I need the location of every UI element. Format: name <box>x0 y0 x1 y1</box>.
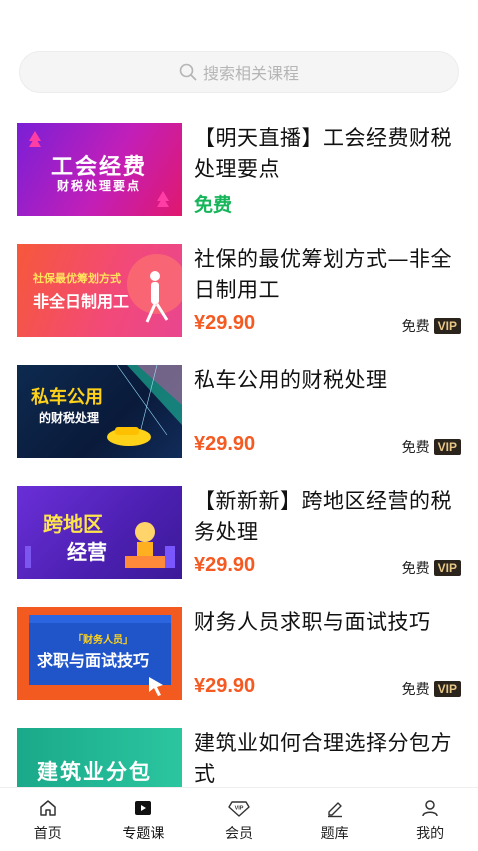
vip-free-label: 免费 <box>401 319 430 335</box>
thumb-title: 建筑业分包 <box>37 760 152 784</box>
course-item[interactable]: 「财务人员」 求职与面试技巧 财务人员求职与面试技巧 ¥29.90 免费 VIP <box>0 607 478 707</box>
course-price: ¥29.90 <box>194 554 256 576</box>
course-price: 免费 <box>194 194 233 216</box>
course-list: 搜索相关课程 工会经费 财税处理要点 【明天直播】工会经费财税处理要点 免费 社… <box>0 0 478 851</box>
thumb-subtitle: 的财税处理 <box>39 411 100 425</box>
vip-free-label: 免费 <box>401 561 430 577</box>
tab-label: 首页 <box>33 826 62 842</box>
tab-question-bank[interactable]: 题库 <box>287 788 383 851</box>
vip-badge: VIP <box>433 318 461 334</box>
tab-topics[interactable]: 专题课 <box>96 788 192 851</box>
play-icon <box>132 797 154 819</box>
course-title: 【新新新】跨地区经营的税务处理 <box>194 489 452 544</box>
course-title: 【明天直播】工会经费财税处理要点 <box>194 126 452 181</box>
course-item[interactable]: 社保最优筹划方式 非全日制用工 社保的最优筹划方式—非全日制用工 ¥29.90 … <box>0 244 478 344</box>
thumb-subtitle: 财税处理要点 <box>57 179 142 193</box>
course-price: ¥29.90 <box>194 433 256 455</box>
vip-badge: VIP <box>433 439 461 455</box>
thumb-subtitle: 「财务人员」 <box>73 635 133 646</box>
vip-badge: VIP <box>433 560 461 576</box>
vip-free-label: 免费 <box>401 440 430 456</box>
course-title: 财务人员求职与面试技巧 <box>194 610 431 634</box>
vip-free-tag: 免费 VIP <box>402 316 461 336</box>
svg-text:VIP: VIP <box>235 806 244 812</box>
thumb-title: 私车公用 <box>31 387 103 408</box>
tab-label: 我的 <box>416 826 445 842</box>
tab-label: 题库 <box>320 826 349 842</box>
tab-home[interactable]: 首页 <box>0 788 96 851</box>
course-item[interactable]: 工会经费 财税处理要点 【明天直播】工会经费财税处理要点 免费 <box>0 123 478 223</box>
search-placeholder: 搜索相关课程 <box>202 64 299 83</box>
tab-vip[interactable]: VIP 会员 <box>191 788 287 851</box>
vip-free-tag: 免费 VIP <box>402 558 461 578</box>
course-price: ¥29.90 <box>194 312 256 334</box>
course-thumbnail: 建筑业分包 <box>17 728 182 787</box>
thumb-title: 非全日制用工 <box>33 292 130 311</box>
course-thumbnail: 「财务人员」 求职与面试技巧 <box>17 607 182 700</box>
course-title: 私车公用的财税处理 <box>194 368 388 392</box>
course-title: 社保的最优筹划方式—非全日制用工 <box>194 247 452 302</box>
vip-diamond-icon: VIP <box>228 797 250 819</box>
thumb-title: 求职与面试技巧 <box>37 651 150 670</box>
pencil-icon <box>324 797 346 819</box>
bottom-tab-bar: 首页 专题课 VIP 会员 题库 我的 <box>0 787 478 851</box>
tab-mine[interactable]: 我的 <box>382 788 478 851</box>
vip-free-label: 免费 <box>401 682 430 698</box>
tab-label: 会员 <box>224 826 253 842</box>
thumb-subtitle: 经营 <box>67 540 107 564</box>
search-input[interactable]: 搜索相关课程 <box>19 51 459 93</box>
vip-badge: VIP <box>433 681 461 697</box>
course-price: ¥29.90 <box>194 675 256 697</box>
course-item[interactable]: 私车公用 的财税处理 私车公用的财税处理 ¥29.90 免费 VIP <box>0 365 478 465</box>
search-icon <box>179 63 197 81</box>
user-icon <box>419 797 441 819</box>
course-item[interactable]: 建筑业分包 建筑业如何合理选择分包方式 <box>0 728 478 787</box>
home-icon <box>37 797 59 819</box>
course-thumbnail: 工会经费 财税处理要点 <box>17 123 182 216</box>
vip-free-tag: 免费 VIP <box>402 679 461 699</box>
tab-label: 专题课 <box>122 826 165 842</box>
thumb-subtitle: 社保最优筹划方式 <box>33 272 121 285</box>
thumb-title: 跨地区 <box>43 512 103 536</box>
course-thumbnail: 私车公用 的财税处理 <box>17 365 182 458</box>
course-thumbnail: 社保最优筹划方式 非全日制用工 <box>17 244 182 337</box>
vip-free-tag: 免费 VIP <box>402 437 461 457</box>
course-item[interactable]: 跨地区 经营 【新新新】跨地区经营的税务处理 ¥29.90 免费 VIP <box>0 486 478 586</box>
course-thumbnail: 跨地区 经营 <box>17 486 182 579</box>
course-title: 建筑业如何合理选择分包方式 <box>194 731 452 786</box>
